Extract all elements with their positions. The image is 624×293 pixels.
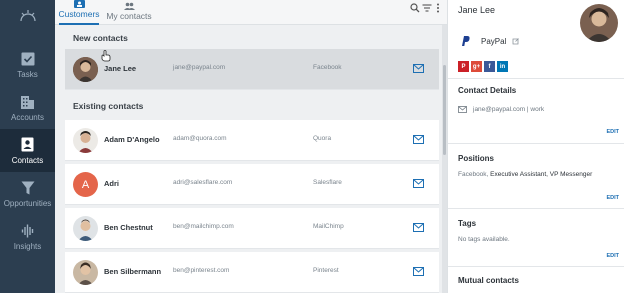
sidebar: Tasks Accounts Contacts Opportunities In: [0, 0, 55, 293]
contact-email: ben@pinterest.com: [173, 267, 230, 274]
paypal-logo-icon: [462, 36, 470, 46]
sidebar-item-opportunities[interactable]: Opportunities: [0, 172, 55, 215]
contact-card-icon: [20, 137, 36, 153]
list-item[interactable]: Ben Chestnut ben@mailchimp.com MailChimp: [65, 208, 439, 249]
divider: [448, 143, 624, 144]
sidebar-item-label: Tasks: [17, 69, 38, 79]
contact-email: adam@quora.com: [173, 135, 227, 142]
app-window: Tasks Accounts Contacts Opportunities In: [0, 0, 624, 293]
edit-positions-link[interactable]: EDIT: [606, 195, 619, 201]
list-item[interactable]: A Adri adri@salesflare.com Salesflare: [65, 164, 439, 205]
hand-cursor-icon: [101, 50, 111, 62]
sidebar-item-label: Opportunities: [3, 198, 52, 208]
funnel-icon: [20, 180, 36, 196]
top-tab-bar: Customers My contacts: [55, 0, 447, 25]
tags-heading: Tags: [458, 219, 477, 228]
contact-company: MailChimp: [313, 223, 344, 230]
tab-customers[interactable]: Customers: [58, 0, 100, 25]
panel-contact-name: Jane Lee: [458, 5, 496, 15]
list-item[interactable]: Adam D'Angelo adam@quora.com Quora: [65, 120, 439, 161]
soundwave-icon: [20, 223, 36, 239]
contact-email: ben@mailchimp.com: [173, 223, 234, 230]
customers-icon: [73, 0, 85, 8]
sidebar-item-accounts[interactable]: Accounts: [0, 86, 55, 129]
google-plus-icon[interactable]: g+: [471, 61, 482, 72]
contact-name: Adri: [104, 179, 119, 188]
edit-contact-details-link[interactable]: EDIT: [606, 129, 619, 135]
sidebar-item-insights[interactable]: Insights: [0, 215, 55, 258]
panel-avatar: [578, 2, 620, 44]
search-icon[interactable]: [410, 3, 420, 15]
mail-icon[interactable]: [413, 64, 424, 73]
contact-details-heading: Contact Details: [458, 86, 517, 95]
contact-email: adri@salesflare.com: [173, 179, 233, 186]
mail-icon[interactable]: [413, 223, 424, 232]
sidebar-item-label: Contacts: [11, 155, 44, 165]
contact-name: Jane Lee: [104, 64, 137, 73]
positions-company: Facebook: [458, 171, 487, 178]
check-icon: [20, 51, 36, 67]
people-icon: [123, 2, 135, 10]
section-title-new: New contacts: [73, 33, 128, 43]
contact-detail-panel: Jane Lee PayPal P g+ f in Contact Detail…: [447, 0, 624, 293]
mail-icon[interactable]: [413, 267, 424, 276]
contact-company: Salesflare: [313, 179, 342, 186]
contact-company: Pinterest: [313, 267, 339, 274]
section-title-existing: Existing contacts: [73, 101, 144, 111]
facebook-icon[interactable]: f: [484, 61, 495, 72]
tab-label: My contacts: [106, 11, 152, 21]
email-icon: [458, 106, 467, 113]
avatar: [73, 260, 98, 285]
contact-company: Quora: [313, 135, 332, 142]
sidebar-item-tasks[interactable]: Tasks: [0, 43, 55, 86]
positions-heading: Positions: [458, 154, 495, 163]
positions-roles: Executive Assistant, VP Messenger: [490, 171, 593, 178]
sidebar-item-label: Insights: [13, 241, 42, 251]
scrollbar-thumb[interactable]: [443, 65, 446, 155]
mail-icon[interactable]: [413, 179, 424, 188]
tags-empty-text: No tags available.: [458, 236, 510, 243]
contact-name: Ben Silbermann: [104, 267, 162, 276]
avatar: [73, 128, 98, 153]
linkedin-icon[interactable]: in: [497, 61, 508, 72]
panel-company-name[interactable]: PayPal: [481, 37, 506, 46]
edit-tags-link[interactable]: EDIT: [606, 253, 619, 259]
sidebar-item-label: Accounts: [11, 112, 44, 122]
contact-list: New contacts Jane Lee jane@paypal.com Fa…: [55, 25, 442, 293]
filter-icon[interactable]: [422, 3, 432, 15]
mail-icon[interactable]: [413, 135, 424, 144]
building-icon: [20, 94, 36, 110]
contact-name: Ben Chestnut: [104, 223, 153, 232]
avatar: [73, 57, 98, 82]
list-item[interactable]: Ben Silbermann ben@pinterest.com Pintere…: [65, 252, 439, 293]
sidebar-item-contacts[interactable]: Contacts: [0, 129, 55, 172]
contact-name: Adam D'Angelo: [104, 135, 160, 144]
tab-label: Customers: [58, 9, 100, 19]
avatar: [73, 216, 98, 241]
more-vertical-icon[interactable]: [436, 3, 440, 15]
divider: [448, 208, 624, 209]
divider: [448, 266, 624, 267]
positions-line: Facebook, Executive Assistant, VP Messen…: [458, 171, 593, 178]
external-link-icon[interactable]: [512, 38, 519, 45]
contact-email-line[interactable]: jane@paypal.com | work: [473, 106, 544, 113]
salesflare-logo[interactable]: [0, 0, 55, 32]
avatar: A: [73, 172, 98, 197]
list-item[interactable]: Jane Lee jane@paypal.com Facebook: [65, 49, 439, 90]
pinterest-icon[interactable]: P: [458, 61, 469, 72]
divider: [448, 78, 624, 79]
contact-email: jane@paypal.com: [173, 64, 226, 71]
mutual-contacts-heading: Mutual contacts: [458, 276, 519, 285]
contact-company: Facebook: [313, 64, 342, 71]
tab-my-contacts[interactable]: My contacts: [102, 0, 156, 25]
